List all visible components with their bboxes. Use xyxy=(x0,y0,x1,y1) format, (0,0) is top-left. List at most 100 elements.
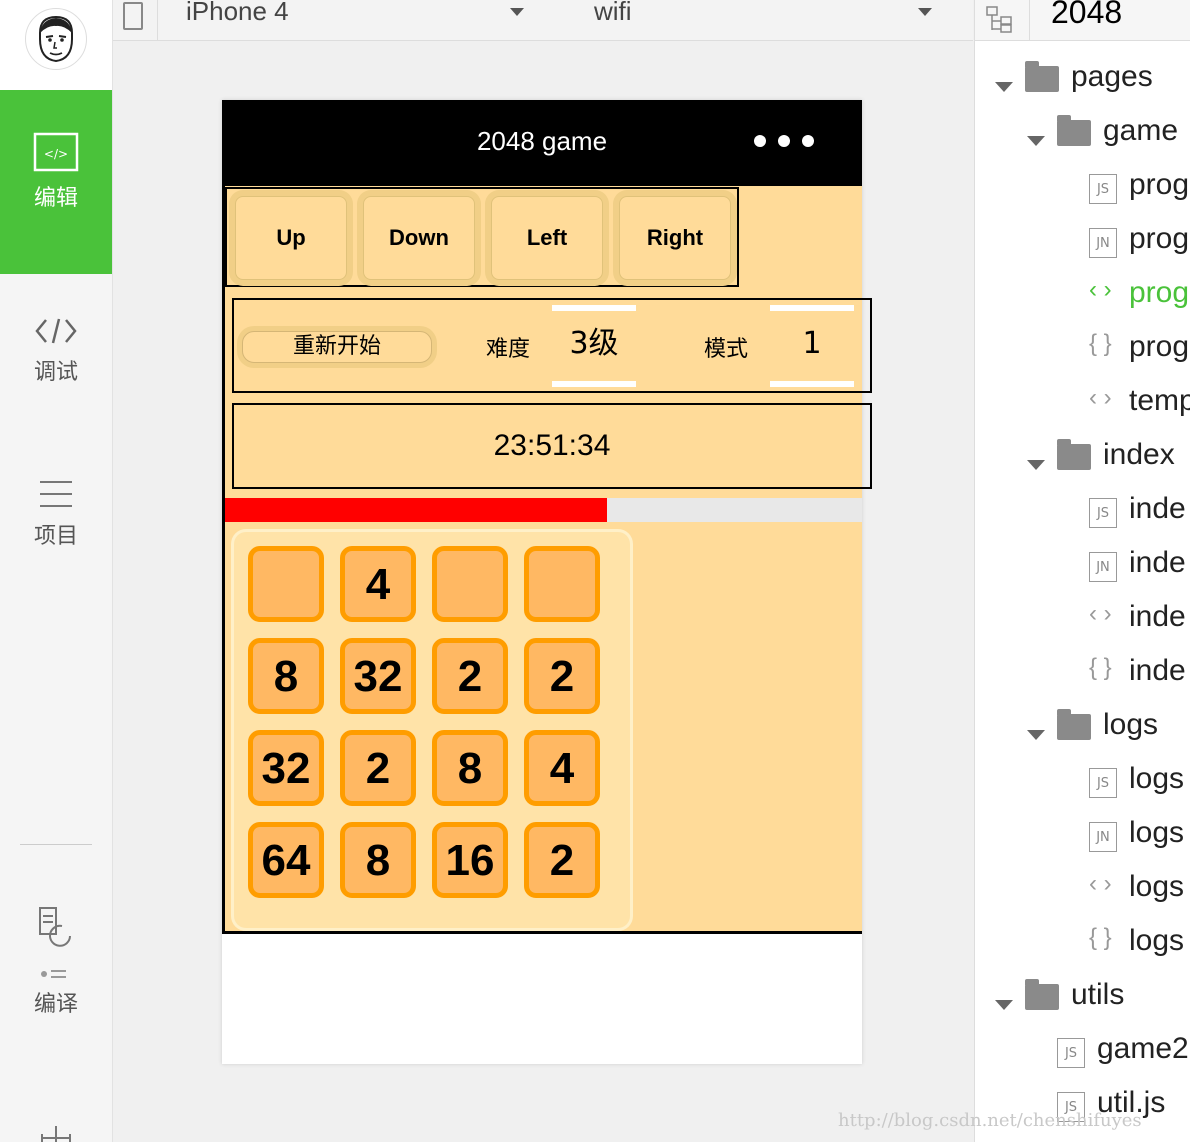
board-tile xyxy=(524,546,600,622)
file-tree-label: prog xyxy=(1129,276,1190,309)
file-tree-label: inde xyxy=(1129,492,1186,525)
board-tile: 2 xyxy=(524,822,600,898)
network-select[interactable]: wifi xyxy=(594,0,632,27)
board-tile: 2 xyxy=(524,638,600,714)
up-button[interactable]: Up xyxy=(235,196,347,280)
board-tile: 4 xyxy=(340,546,416,622)
board-tile: 2 xyxy=(340,730,416,806)
file-tree-label: game xyxy=(1103,114,1179,147)
down-button[interactable]: Down xyxy=(363,196,475,280)
device-select[interactable]: iPhone 4 xyxy=(186,0,289,27)
chevron-down-icon[interactable] xyxy=(1027,460,1045,470)
watermark: http://blog.csdn.net/chenshifuyes xyxy=(838,1110,1142,1131)
js-file-icon: JS xyxy=(1089,498,1117,528)
compile-icon xyxy=(39,907,71,978)
avatar[interactable] xyxy=(25,8,87,70)
board-tile: 4 xyxy=(524,730,600,806)
difficulty-picker[interactable]: 3级 xyxy=(552,305,636,387)
sidebar-item-project[interactable]: 项目 xyxy=(0,478,112,558)
sidebar-item-edit[interactable]: </> 编辑 xyxy=(0,90,112,274)
simulator-toolbar: iPhone 4 wifi xyxy=(113,0,973,41)
toolbar-divider xyxy=(157,0,158,40)
project-name: 2048 xyxy=(1051,0,1123,30)
folder-icon xyxy=(1025,61,1059,92)
file-tree-label: inde xyxy=(1129,600,1186,633)
style-file-icon: { } xyxy=(1089,654,1112,681)
sidebar-item-label: 调试 xyxy=(33,360,78,385)
more-menu-icon[interactable] xyxy=(754,134,826,152)
list-icon xyxy=(40,481,72,507)
chevron-down-icon[interactable] xyxy=(995,1000,1013,1010)
nav-bar: 2048 game xyxy=(222,100,862,186)
board-tile: 64 xyxy=(248,822,324,898)
board-tile: 16 xyxy=(432,822,508,898)
file-tree-label: prog xyxy=(1129,168,1190,201)
svg-text:</>: </> xyxy=(44,147,68,161)
sidebar-item-label: 编辑 xyxy=(33,186,78,211)
markup-file-icon: ‹ › xyxy=(1089,600,1112,627)
board-tile: 2 xyxy=(432,638,508,714)
folder-icon xyxy=(1057,439,1091,470)
project-tree-icon[interactable] xyxy=(985,4,1015,34)
file-tree-label: inde xyxy=(1129,546,1186,579)
file-tree-label: prog xyxy=(1129,222,1190,255)
progress-bar xyxy=(225,498,862,522)
sidebar-item-label: 编译 xyxy=(33,992,78,1017)
js-file-icon: JS xyxy=(1057,1038,1085,1068)
avatar-face-icon xyxy=(39,15,73,63)
game-board[interactable]: 4 8 32 2 2 32 2 8 4 64 8 16 2 xyxy=(234,532,630,928)
file-tree-label: pages xyxy=(1071,60,1153,93)
style-file-icon: { } xyxy=(1089,924,1112,951)
file-tree-label: logs xyxy=(1129,870,1185,903)
json-file-icon: JN xyxy=(1089,822,1117,852)
file-tree-label: game2 xyxy=(1097,1032,1189,1065)
device-icon[interactable] xyxy=(123,2,143,30)
file-tree-label: logs xyxy=(1103,708,1159,741)
file-tree-panel: 2048 pages game JS prog JN prog ‹ › prog { } prog… xyxy=(974,0,1190,1142)
right-button[interactable]: Right xyxy=(619,196,731,280)
left-sidebar: </> 编辑 调试 项目 编译 xyxy=(0,0,113,1142)
phone-simulator: 2048 game Up Down Left Right 重新开始 难度 3级 … xyxy=(222,100,872,1064)
mode-picker[interactable]: 1 xyxy=(770,305,854,387)
sidebar-item-debug[interactable]: 调试 xyxy=(0,316,112,396)
network-chevron-down-icon[interactable] xyxy=(918,8,932,16)
chevron-down-icon[interactable] xyxy=(1027,136,1045,146)
file-tree-label: temp xyxy=(1129,384,1190,417)
sidebar-item-compile[interactable]: 编译 xyxy=(0,904,112,1034)
code-brackets-icon xyxy=(35,318,77,344)
device-chevron-down-icon[interactable] xyxy=(510,8,524,16)
avatar-area xyxy=(0,0,112,90)
left-button[interactable]: Left xyxy=(491,196,603,280)
file-tree-label: logs xyxy=(1129,816,1185,849)
sidebar-divider xyxy=(20,844,92,845)
json-file-icon: JN xyxy=(1089,552,1117,582)
file-tree-label: utils xyxy=(1071,978,1125,1011)
board-tile xyxy=(432,546,508,622)
toolbox-icon[interactable] xyxy=(40,1122,72,1142)
code-window-icon: </> xyxy=(33,132,79,172)
board-tile: 32 xyxy=(248,730,324,806)
js-file-icon: JS xyxy=(1089,174,1117,204)
file-tree-label: logs xyxy=(1129,924,1185,957)
json-file-icon: JN xyxy=(1089,228,1117,258)
header-divider xyxy=(1029,0,1030,40)
file-tree-label: logs xyxy=(1129,762,1185,795)
board-tile: 8 xyxy=(248,638,324,714)
mode-label: 模式 xyxy=(704,337,749,362)
folder-icon xyxy=(1057,709,1091,740)
board-tile: 32 xyxy=(340,638,416,714)
folder-icon xyxy=(1025,979,1059,1010)
file-tree-label: prog xyxy=(1129,330,1190,363)
js-file-icon: JS xyxy=(1089,768,1117,798)
progress-fill xyxy=(225,498,608,522)
folder-icon xyxy=(1057,115,1091,146)
file-tree-header: 2048 xyxy=(975,0,1190,41)
board-tile xyxy=(248,546,324,622)
board-tile: 8 xyxy=(432,730,508,806)
markup-file-icon: ‹ › xyxy=(1089,870,1112,897)
chevron-down-icon[interactable] xyxy=(995,82,1013,92)
clock-display: 23:51:34 xyxy=(232,403,872,489)
chevron-down-icon[interactable] xyxy=(1027,730,1045,740)
file-tree-label: inde xyxy=(1129,654,1186,687)
restart-button[interactable]: 重新开始 xyxy=(242,331,432,363)
